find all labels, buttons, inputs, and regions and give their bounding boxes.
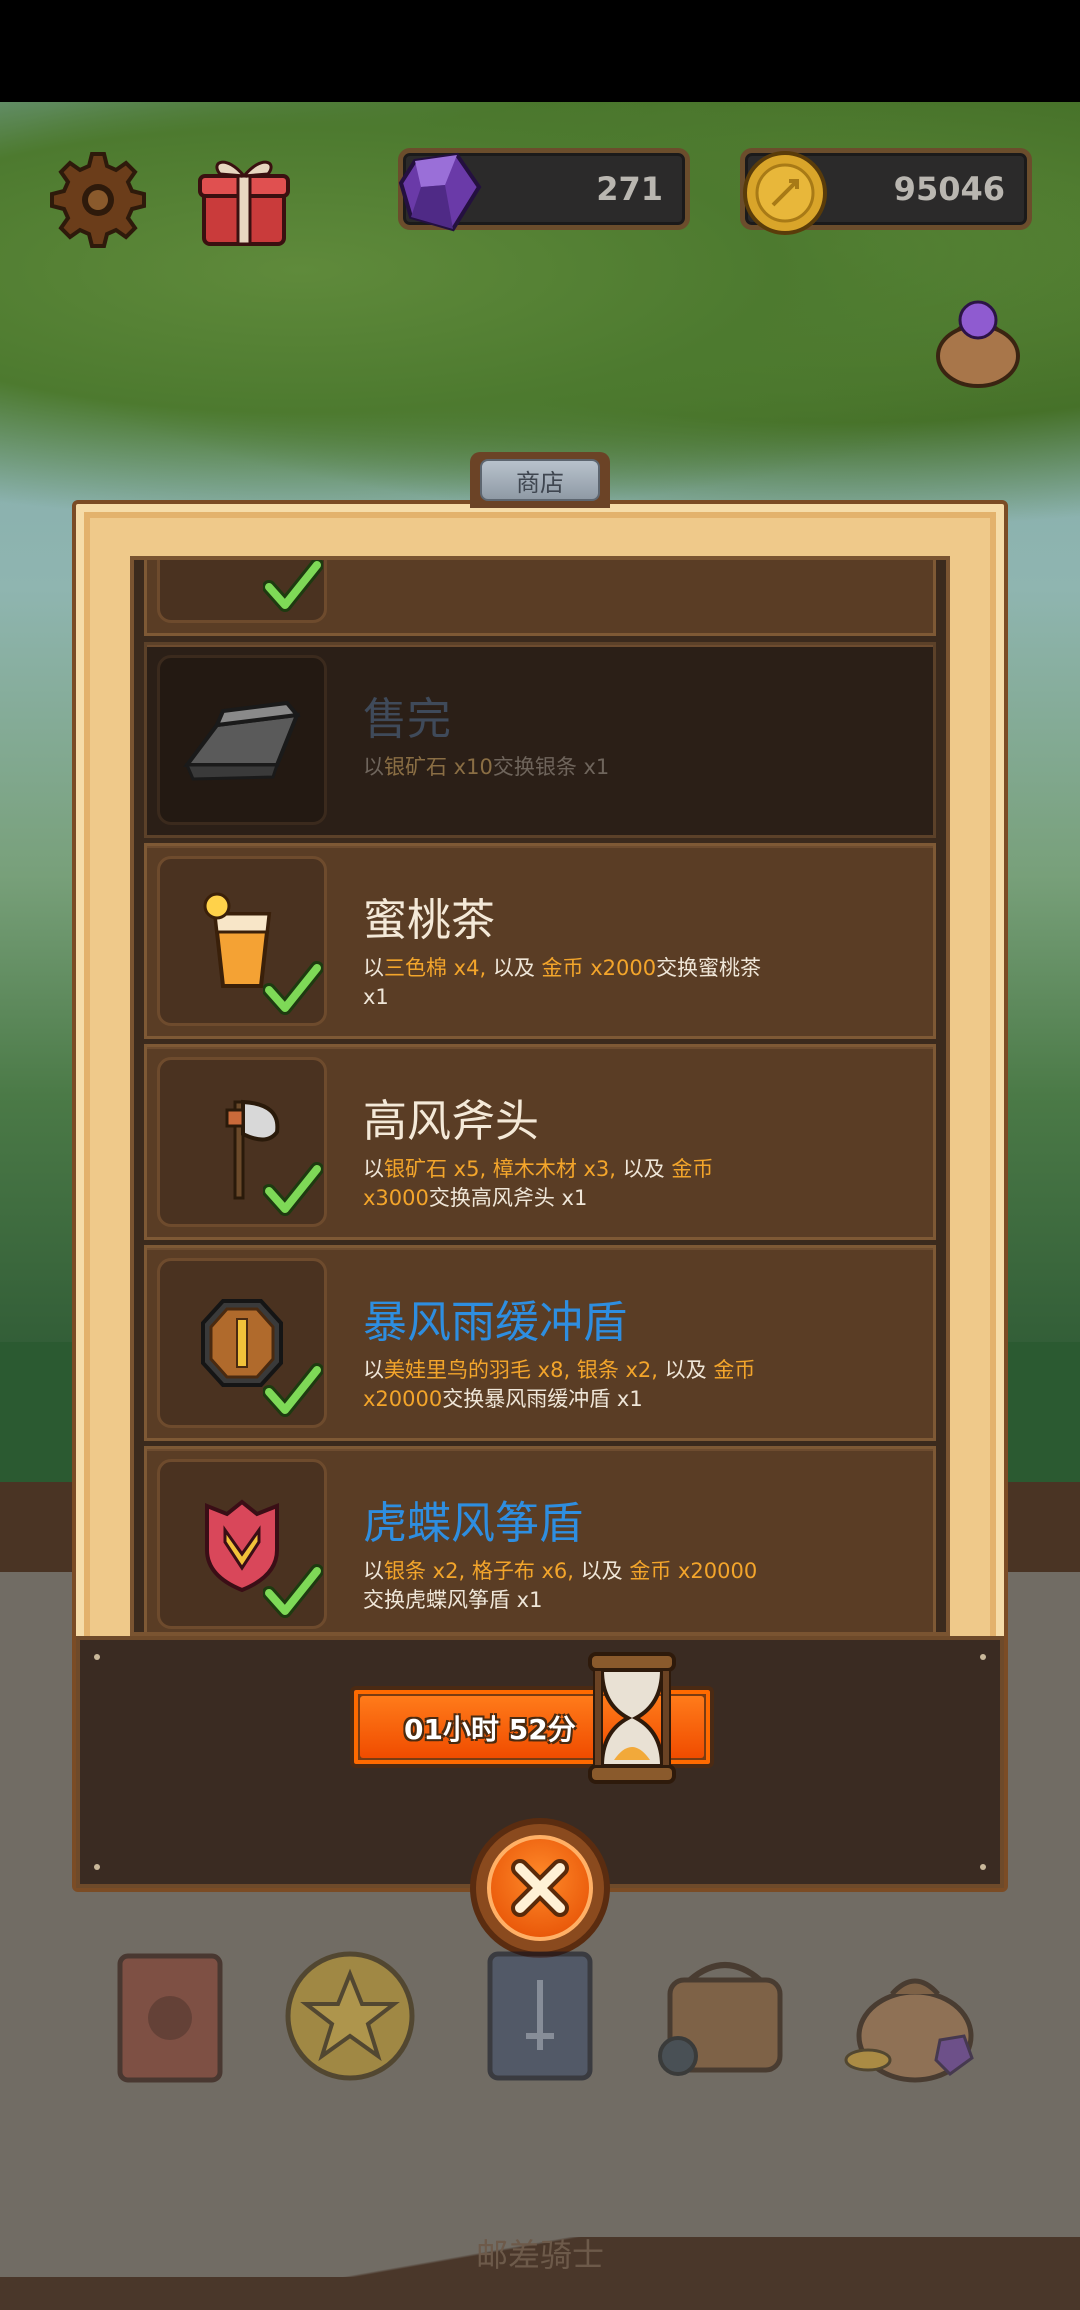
- star-coin-icon[interactable]: [280, 1940, 420, 2090]
- checkmark-icon: [263, 961, 323, 1015]
- item-desc: 以银矿石 x10交换银条 x1: [363, 755, 610, 779]
- purple-gem-icon: [395, 147, 485, 237]
- item-desc: 以美娃里鸟的羽毛 x8, 银条 x2, 以及 金币 x20000交换暴风雨缓冲盾…: [363, 1358, 756, 1411]
- item-desc: 以三色棉 x4, 以及 金币 x2000交换蜜桃茶 x1: [363, 956, 762, 1009]
- hourglass-icon: [584, 1648, 680, 1788]
- timer-text: 01小时 52分: [404, 1713, 576, 1746]
- item-title: 暴风雨缓冲盾: [363, 1297, 627, 1348]
- gem-count: 271: [596, 170, 663, 208]
- checkmark-icon: [263, 560, 323, 612]
- gem-counter: 271: [398, 148, 690, 232]
- checkmark-icon: [263, 1363, 323, 1417]
- item-slot: [157, 655, 327, 825]
- gold-coin-icon: [739, 147, 831, 239]
- journal-book-icon[interactable]: [100, 1940, 240, 2090]
- gift-box-icon[interactable]: [196, 148, 292, 248]
- checkmark-icon: [263, 1564, 323, 1618]
- item-title: 高风斧头: [363, 1096, 539, 1147]
- gem-pouch-icon[interactable]: [928, 290, 1028, 390]
- silver-bar-icon: [183, 700, 301, 781]
- list-item[interactable]: 虎蝶风筝盾 以银条 x2, 格子布 x6, 以及 金币 x20000交换虎蝶风筝…: [144, 1446, 936, 1632]
- close-button[interactable]: [470, 1818, 610, 1958]
- item-title: 虎蝶风筝盾: [363, 1498, 583, 1549]
- status-bar: [0, 0, 1080, 102]
- list-item[interactable]: 暴风雨缓冲盾 以美娃里鸟的羽毛 x8, 银条 x2, 以及 金币 x20000交…: [144, 1245, 936, 1441]
- coin-sack-icon[interactable]: [840, 1940, 990, 2090]
- shop-tab-label: 商店: [480, 459, 600, 501]
- close-icon: [511, 1859, 569, 1917]
- item-desc: 以银矿石 x5, 樟木木材 x3, 以及 金币 x3000交换高风斧头 x1: [363, 1157, 714, 1210]
- checkmark-icon: [263, 1162, 323, 1216]
- list-item-partial[interactable]: [144, 560, 936, 636]
- item-title: 蜜桃茶: [363, 895, 495, 946]
- settings-gear-icon[interactable]: [48, 150, 148, 250]
- gold-counter: 95046: [740, 148, 1032, 235]
- shop-tab[interactable]: 商店: [470, 452, 610, 508]
- list-item[interactable]: 高风斧头 以银矿石 x5, 樟木木材 x3, 以及 金币 x3000交换高风斧头…: [144, 1044, 936, 1240]
- item-desc: 以银条 x2, 格子布 x6, 以及 金币 x20000交换虎蝶风筝盾 x1: [363, 1559, 758, 1612]
- gold-count: 95046: [893, 170, 1005, 208]
- item-title: 售完: [363, 694, 451, 745]
- list-item[interactable]: 蜜桃茶 以三色棉 x4, 以及 金币 x2000交换蜜桃茶 x1: [144, 843, 936, 1039]
- backpack-icon[interactable]: [650, 1940, 810, 2090]
- app-title: 邮差骑士: [475, 2236, 604, 2274]
- card-deck-icon[interactable]: [470, 1940, 610, 2090]
- shop-item-list[interactable]: 售完 以银矿石 x10交换银条 x1 蜜桃茶 以三色棉 x4, 以及 金币 x2…: [130, 556, 950, 1636]
- list-item[interactable]: 售完 以银矿石 x10交换银条 x1: [144, 642, 936, 838]
